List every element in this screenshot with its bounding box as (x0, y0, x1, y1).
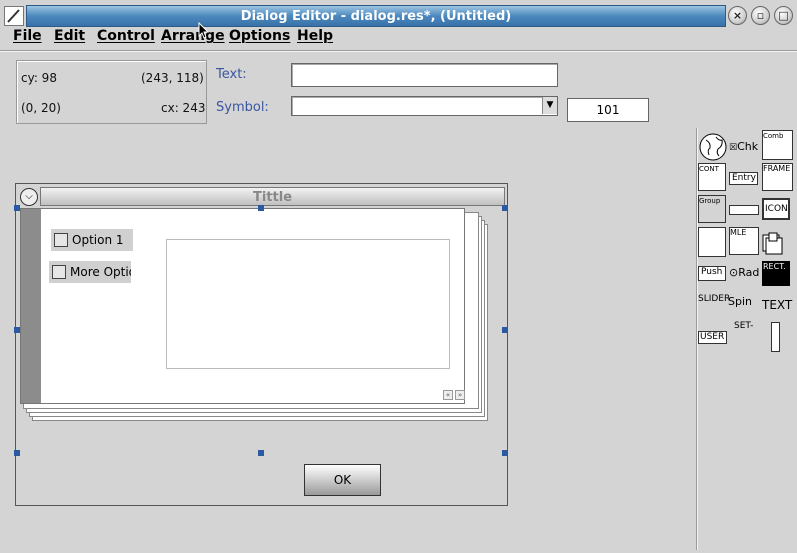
palette-combo-label: Comb (763, 132, 784, 140)
palette-push[interactable]: Push (698, 266, 726, 281)
cy-readout: cy: 98 (21, 71, 57, 85)
selection-handle[interactable] (14, 327, 20, 333)
palette-container[interactable]: CONT (698, 163, 726, 191)
dialog-titlebar[interactable]: Tittle (40, 187, 505, 206)
palette-slider-label: SLIDER (698, 294, 729, 304)
palette-entry-label: Entry (732, 173, 756, 183)
palette-radio-label: Rad (738, 266, 760, 279)
close-icon[interactable]: × (728, 6, 747, 25)
menu-arrange[interactable]: Arrange (161, 28, 225, 44)
notebook-control[interactable]: Option 1 More Optio « » (20, 208, 465, 404)
cx-readout: cx: 243 (161, 101, 206, 115)
palette-spin-label: Spin (728, 295, 752, 308)
origin-readout: (0, 20) (21, 101, 61, 115)
menu-edit[interactable]: Edit (54, 28, 85, 44)
menu-bar: File Edit Control Arrange Options Help (0, 28, 797, 48)
palette-group[interactable]: Group (698, 195, 726, 223)
palette-icon-label: ICON (765, 204, 788, 214)
globe-icon[interactable] (698, 132, 728, 162)
palette-mle-label: MLE (730, 228, 747, 237)
palette-valueset[interactable]: SET- (731, 321, 761, 351)
selection-handle[interactable] (502, 327, 508, 333)
palette-user[interactable]: USER (698, 331, 727, 344)
menu-control[interactable]: Control (97, 28, 155, 44)
symbol-combo[interactable] (291, 96, 558, 116)
palette-icon[interactable]: ICON (762, 198, 790, 220)
toolbar-separator (0, 50, 797, 52)
text-label: Text: (216, 67, 247, 82)
notebook-binding (21, 209, 41, 403)
chevron-down-icon[interactable]: ▼ (542, 97, 557, 114)
page-forward-icon[interactable]: » (455, 390, 465, 400)
palette-slider[interactable]: SLIDER (698, 294, 729, 314)
menu-file[interactable]: File (13, 28, 42, 44)
symbol-label: Symbol: (216, 100, 269, 115)
option-2-label: More Optio (70, 265, 131, 279)
palette-spin[interactable]: Spin (728, 295, 760, 315)
palette-group-label: Group (699, 197, 721, 205)
selection-handle[interactable] (14, 205, 20, 211)
option-1-checkbox[interactable]: Option 1 (51, 229, 133, 251)
menu-help[interactable]: Help (297, 28, 333, 44)
dialog-preview[interactable]: ⌵ Tittle Option 1 More Optio « » OK (14, 183, 508, 506)
palette-check[interactable]: ☒Chk (729, 140, 759, 156)
selection-handle[interactable] (502, 205, 508, 211)
palette-frame-label: FRAME (763, 164, 791, 173)
position-readout: (243, 118) (141, 71, 204, 85)
palette-frame[interactable]: FRAME (762, 163, 793, 191)
palette-rect[interactable]: RECT. (762, 261, 790, 286)
selection-handle[interactable] (258, 450, 264, 456)
page-back-icon[interactable]: « (443, 390, 453, 400)
palette-check-label: Chk (737, 140, 759, 153)
title-bar-background[interactable]: Dialog Editor - dialog.res*, (Untitled) (26, 5, 726, 27)
selection-handle[interactable] (14, 450, 20, 456)
checkbox-icon (52, 265, 66, 279)
palette-listbox[interactable] (698, 227, 726, 257)
palette-user-label: USER (700, 332, 725, 342)
notebook-icon[interactable] (762, 230, 788, 256)
minimize-icon[interactable]: ▫ (751, 6, 770, 25)
palette-hscroll[interactable] (729, 205, 759, 215)
checkbox-icon (54, 233, 68, 247)
list-area[interactable] (166, 239, 450, 369)
palette-valueset-label: SET- (734, 321, 754, 331)
palette-text-label: TEXT (762, 298, 793, 312)
app-icon[interactable] (4, 6, 24, 26)
palette-push-label: Push (701, 267, 723, 277)
palette-text[interactable]: TEXT (762, 298, 794, 314)
maximize-icon[interactable]: □ (774, 6, 793, 25)
palette-container-label: CONT (699, 165, 719, 173)
palette-radio[interactable]: ⊙Rad (729, 266, 761, 282)
palette-rect-label: RECT. (763, 262, 786, 271)
selection-handle[interactable] (258, 205, 264, 211)
window-title: Dialog Editor - dialog.res*, (Untitled) (240, 9, 512, 24)
ok-button[interactable]: OK (304, 464, 381, 496)
chevron-down-icon[interactable]: ⌵ (20, 188, 38, 206)
control-palette: ☒Chk Comb CONT Entry FRAME Group ICON ML… (698, 130, 795, 360)
palette-vscroll[interactable] (771, 322, 780, 352)
text-field[interactable] (291, 63, 558, 87)
palette-mle[interactable]: MLE (729, 227, 759, 255)
dialog-title: Tittle (252, 190, 293, 205)
option-2-checkbox[interactable]: More Optio (49, 261, 131, 283)
palette-entry[interactable]: Entry (729, 172, 758, 185)
title-bar: Dialog Editor - dialog.res*, (Untitled) … (0, 4, 797, 28)
id-field[interactable]: 101 (567, 98, 649, 122)
option-1-label: Option 1 (72, 233, 124, 247)
selection-handle[interactable] (502, 450, 508, 456)
coordinates-panel: cy: 98 (243, 118) (0, 20) cx: 243 (16, 60, 207, 124)
menu-options[interactable]: Options (229, 28, 290, 44)
palette-combo[interactable]: Comb (762, 130, 793, 160)
